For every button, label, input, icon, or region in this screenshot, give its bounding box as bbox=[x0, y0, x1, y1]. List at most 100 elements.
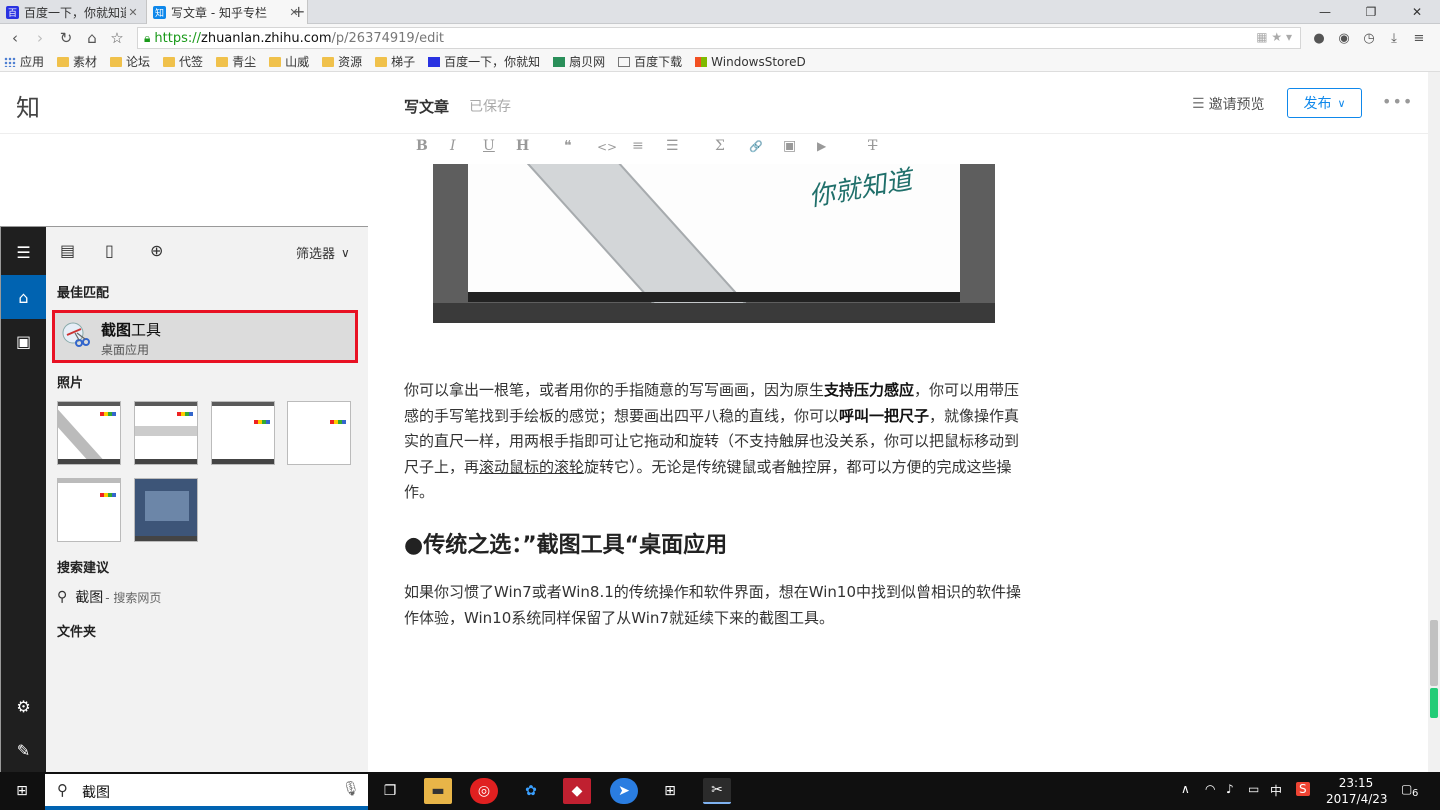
bookmark-folder[interactable]: 梯子 bbox=[375, 53, 415, 70]
home-icon[interactable]: ⌂ bbox=[81, 28, 103, 48]
close-tab-icon[interactable]: ✕ bbox=[126, 6, 140, 19]
formula-icon[interactable]: Σ bbox=[715, 138, 725, 154]
invite-preview-button[interactable]: ☰ 邀请预览 bbox=[1192, 94, 1265, 114]
tab-baidu[interactable]: 百 百度一下，你就知道 ✕ bbox=[0, 0, 146, 24]
bookmark-folder[interactable]: 青尘 bbox=[216, 53, 256, 70]
unordered-list-icon[interactable]: ☰ bbox=[666, 138, 679, 154]
store-icon[interactable]: ⊞ bbox=[656, 778, 684, 804]
bookmark-folder[interactable]: 山威 bbox=[269, 53, 309, 70]
folder-icon bbox=[163, 56, 176, 67]
documents-scope-icon[interactable]: ▯ bbox=[105, 241, 114, 260]
bookmark-folder[interactable]: 代签 bbox=[163, 53, 203, 70]
feedback-icon[interactable]: ✎ bbox=[1, 728, 46, 772]
scrollbar-thumb[interactable] bbox=[1430, 620, 1438, 686]
history-icon[interactable]: ◷ bbox=[1358, 28, 1380, 48]
apps-scope-icon[interactable]: ▤ bbox=[60, 241, 75, 260]
settings-gear-icon[interactable]: ⚙ bbox=[1, 684, 46, 728]
menu-icon[interactable]: ≡ bbox=[1408, 28, 1430, 48]
publish-button[interactable]: 发布 ∨ bbox=[1287, 88, 1362, 118]
link-icon[interactable]: 🔗 bbox=[749, 140, 763, 153]
reload-icon[interactable]: ↻ bbox=[55, 28, 77, 48]
page-scrollbar[interactable] bbox=[1428, 72, 1440, 772]
bookmark-shanbay[interactable]: 扇贝网 bbox=[553, 53, 605, 70]
photos-label: 照片 bbox=[57, 376, 84, 391]
notebook-icon[interactable]: ▣ bbox=[1, 319, 46, 363]
hamburger-icon[interactable]: ☰ bbox=[1, 230, 46, 274]
photo-thumbnail[interactable] bbox=[287, 401, 351, 465]
tmall-icon[interactable]: ◆ bbox=[563, 778, 591, 804]
photo-thumbnail[interactable] bbox=[134, 401, 198, 465]
extension-icon[interactable]: ◉ bbox=[1333, 28, 1355, 48]
action-center-icon[interactable]: ▢ bbox=[1401, 782, 1412, 796]
ime-indicator[interactable]: 中 bbox=[1270, 782, 1282, 799]
sogou-icon[interactable]: S bbox=[1296, 782, 1310, 796]
back-arrow-icon[interactable]: ‹ bbox=[4, 28, 26, 48]
file-explorer-icon[interactable]: ▬ bbox=[424, 778, 452, 804]
bookmark-windowsstore[interactable]: WindowsStoreD bbox=[695, 55, 806, 69]
search-query[interactable]: 截图 bbox=[82, 782, 110, 802]
taskbar-search-box[interactable]: ⚲ 截图 🎙︎ bbox=[45, 774, 368, 810]
new-tab-button[interactable]: + bbox=[292, 2, 305, 21]
article-image[interactable]: 你就知道 bbox=[433, 164, 995, 323]
feiyu-icon[interactable]: ➤ bbox=[610, 778, 638, 804]
heading-icon[interactable]: H bbox=[516, 138, 529, 154]
photo-thumbnail[interactable] bbox=[57, 478, 121, 542]
forward-arrow-icon[interactable]: › bbox=[29, 28, 51, 48]
restore-button[interactable]: ❐ bbox=[1348, 0, 1394, 24]
windows-start-icon[interactable]: ⊞ bbox=[8, 778, 36, 804]
star-icon[interactable]: ☆ bbox=[106, 28, 128, 48]
bookmark-baidu-download[interactable]: 百度下载 bbox=[618, 53, 682, 70]
microphone-icon[interactable]: 🎙︎ bbox=[342, 781, 360, 797]
save-status: 已保存 bbox=[469, 99, 511, 115]
bookmark-folder[interactable]: 资源 bbox=[322, 53, 362, 70]
task-view-icon[interactable]: ❐ bbox=[376, 778, 404, 804]
zhihu-logo[interactable]: 知 bbox=[16, 88, 40, 123]
system-clock[interactable]: 23:15 2017/4/23 bbox=[1326, 775, 1388, 807]
home-icon[interactable]: ⌂ bbox=[1, 275, 46, 319]
bookmark-apps[interactable]: 应用 bbox=[4, 53, 44, 70]
page-title: 写文章 bbox=[404, 98, 450, 116]
baidu-netdisk-icon[interactable]: ✿ bbox=[517, 778, 545, 804]
list-search-icon: ☰ bbox=[1192, 96, 1205, 112]
chevron-down-icon: ∨ bbox=[341, 245, 350, 260]
code-icon[interactable]: <> bbox=[597, 140, 617, 154]
web-scope-globe-icon[interactable]: ⊕ bbox=[150, 241, 163, 260]
tab-zhihu-editor[interactable]: 知 写文章 - 知乎专栏 ✕ bbox=[146, 0, 308, 24]
italic-icon[interactable]: I bbox=[450, 138, 456, 154]
battery-icon[interactable]: ▭ bbox=[1248, 782, 1259, 796]
wifi-icon[interactable]: ◠ bbox=[1205, 782, 1215, 796]
bookmark-folder[interactable]: 素材 bbox=[57, 53, 97, 70]
folder-icon bbox=[269, 56, 282, 67]
chevron-up-icon[interactable]: ∧ bbox=[1181, 782, 1190, 796]
address-bar[interactable]: 🔒︎ https:// zhuanlan.zhihu.com /p/263749… bbox=[137, 27, 1301, 49]
image-icon[interactable]: ▣ bbox=[783, 138, 796, 154]
volume-icon[interactable]: ♪ bbox=[1226, 782, 1234, 796]
minimize-button[interactable]: — bbox=[1302, 0, 1348, 24]
ordered-list-icon[interactable]: ≡ bbox=[632, 138, 644, 154]
photo-thumbnail[interactable] bbox=[211, 401, 275, 465]
underline-icon[interactable]: U bbox=[483, 138, 495, 154]
more-icon[interactable]: ••• bbox=[1382, 92, 1413, 111]
lock-icon: 🔒︎ bbox=[144, 30, 151, 45]
web-search-suggestion[interactable]: ⚲ 截图 - 搜索网页 bbox=[57, 587, 161, 607]
zhihu-favicon-icon: 知 bbox=[153, 5, 166, 19]
bookmark-folder[interactable]: 论坛 bbox=[110, 53, 150, 70]
video-icon[interactable]: ▶ bbox=[817, 139, 826, 153]
filter-dropdown[interactable]: 筛选器 ∨ bbox=[296, 243, 350, 263]
clear-format-icon[interactable]: T bbox=[868, 138, 877, 154]
download-icon[interactable]: ⤓ bbox=[1383, 28, 1405, 48]
close-window-button[interactable]: ✕ bbox=[1394, 0, 1440, 24]
best-match-snipping-tool[interactable]: 截图工具 桌面应用 bbox=[52, 310, 358, 363]
qr-star-icon[interactable]: ▦ ★ ▾ bbox=[1256, 30, 1292, 44]
scrollbar-indicator bbox=[1430, 688, 1438, 718]
app-name: 截图工具 bbox=[101, 321, 162, 339]
notification-count: 6 bbox=[1412, 788, 1419, 799]
netease-music-icon[interactable]: ◎ bbox=[470, 778, 498, 804]
quote-icon[interactable]: ❝ bbox=[564, 138, 572, 154]
photo-thumbnail[interactable] bbox=[134, 478, 198, 542]
bookmark-baidu[interactable]: 百度一下，你就知 bbox=[428, 53, 540, 70]
photo-thumbnail[interactable] bbox=[57, 401, 121, 465]
bold-icon[interactable]: B bbox=[416, 138, 428, 154]
snipping-tool-taskbar-icon[interactable]: ✂ bbox=[703, 778, 731, 804]
adblock-icon[interactable]: ● bbox=[1308, 28, 1330, 48]
